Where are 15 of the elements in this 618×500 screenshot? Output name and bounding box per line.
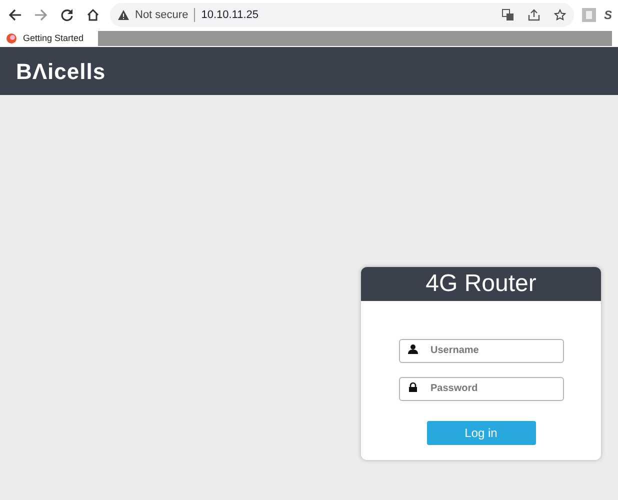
address-bar[interactable]: Not secure 10.10.11.25	[110, 3, 574, 27]
share-icon[interactable]	[528, 9, 540, 21]
username-field[interactable]: Username	[398, 338, 564, 362]
bookmark-favicon	[6, 33, 17, 44]
password-field[interactable]: Password	[398, 376, 564, 400]
star-icon[interactable]	[554, 9, 566, 21]
security-label: Not secure	[135, 8, 188, 23]
login-title: 4G Router	[361, 267, 601, 301]
lock-icon	[408, 382, 418, 392]
warning-icon	[118, 10, 129, 20]
extension-button[interactable]: S	[604, 6, 612, 24]
user-icon	[408, 344, 418, 354]
logo: BΛicells	[16, 58, 106, 86]
url-text: 10.10.11.25	[201, 8, 258, 23]
bookmark-link[interactable]: Getting Started	[6, 32, 84, 46]
